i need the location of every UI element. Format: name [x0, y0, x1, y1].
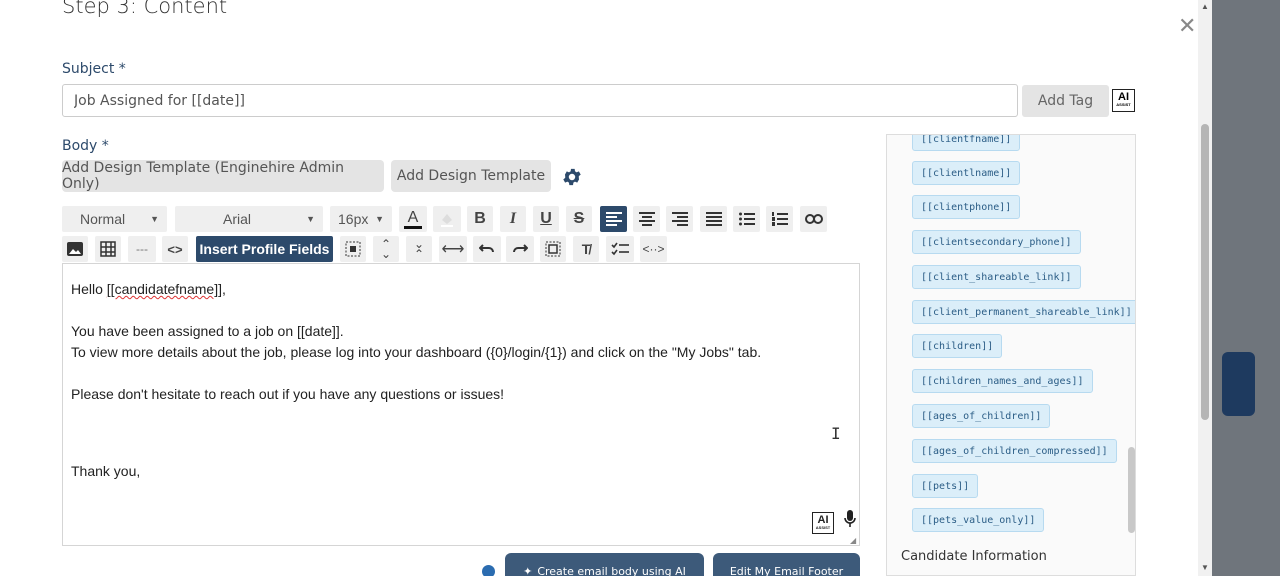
add-design-template-admin-button[interactable]: Add Design Template (Enginehire Admin On… — [62, 160, 384, 192]
close-icon[interactable]: ✕ — [1178, 13, 1196, 39]
candidate-information-heading: Candidate Information — [901, 549, 1047, 564]
checklist-icon[interactable] — [606, 236, 634, 262]
tag-item[interactable]: [[clientphone]] — [912, 195, 1021, 219]
size-select[interactable]: 16px ▼ — [330, 206, 392, 232]
code-icon[interactable]: <> — [162, 236, 188, 262]
tag-item[interactable]: [[ages_of_children]] — [912, 404, 1051, 428]
fullscreen-icon[interactable] — [540, 236, 566, 262]
expand-vertical-icon[interactable]: ⌄ ⌃ — [406, 236, 432, 262]
tags-panel: [[clientfname]] [[clientlname]] [[client… — [886, 134, 1136, 576]
text-color-icon[interactable]: A — [399, 206, 427, 232]
italic-icon[interactable]: I — [500, 206, 526, 232]
tag-item[interactable]: [[ages_of_children_compressed]] — [912, 439, 1117, 463]
ai-assist-icon[interactable]: AI ASSIST — [1112, 89, 1135, 112]
ai-assist-icon[interactable]: AI ASSIST — [812, 512, 834, 534]
font-select[interactable]: Arial ▼ — [175, 206, 323, 232]
undo-icon[interactable] — [473, 236, 501, 262]
add-tag-button[interactable]: Add Tag — [1022, 85, 1109, 117]
tag-item[interactable]: [[client_shareable_link]] — [912, 265, 1081, 289]
horizontal-rule-button[interactable]: --- — [128, 236, 156, 262]
scroll-up-icon[interactable]: ▲ — [1200, 2, 1210, 11]
tag-item[interactable]: [[client_permanent_shareable_link]] — [912, 300, 1135, 324]
tags-panel-scrollbar[interactable] — [1128, 135, 1135, 575]
microphone-icon[interactable] — [843, 509, 857, 532]
resize-handle-icon[interactable]: ◢ — [850, 536, 856, 545]
align-justify-icon[interactable] — [700, 206, 727, 232]
editor-greeting: Hello [[candidatefname]], — [71, 281, 226, 297]
edit-footer-button[interactable]: Edit My Email Footer — [713, 553, 860, 576]
link-icon[interactable] — [800, 206, 827, 232]
content-modal: Step 3: Content ✕ Subject * Add Tag AI A… — [0, 0, 1212, 576]
editor-line-2: To view more details about the job, plea… — [71, 344, 762, 360]
body-label: Body * — [62, 138, 109, 154]
gear-icon[interactable] — [561, 166, 583, 188]
modal-backdrop — [1212, 0, 1280, 576]
image-icon[interactable] — [62, 236, 88, 262]
greeting-prefix: Hello — [71, 281, 107, 297]
collapse-vertical-icon[interactable]: ⌃ ⌄ — [373, 236, 399, 262]
tag-item[interactable]: [[clientsecondary_phone]] — [912, 230, 1081, 254]
chevron-down-icon: ▼ — [375, 214, 384, 224]
highlight-color-icon[interactable] — [433, 206, 461, 232]
ai-badge-subtext: ASSIST — [815, 525, 831, 530]
ai-badge-subtext: ASSIST — [1116, 102, 1131, 107]
align-center-icon[interactable] — [633, 206, 660, 232]
email-body-editor[interactable]: Hello [[candidatefname]], You have been … — [62, 263, 860, 546]
strikethrough-icon[interactable]: S — [566, 206, 592, 232]
create-email-ai-label: Create email body using AI — [537, 565, 686, 576]
insert-profile-fields-button[interactable]: Insert Profile Fields — [196, 236, 333, 262]
editor-line-3: Please don't hesitate to reach out if yo… — [71, 386, 505, 402]
select-all-icon[interactable] — [340, 236, 366, 262]
create-email-ai-button[interactable]: ✦ Create email body using AI — [505, 553, 704, 576]
step-title: Step 3: Content — [62, 0, 228, 18]
subject-input[interactable] — [62, 84, 1018, 117]
scroll-thumb[interactable] — [1201, 124, 1209, 420]
tag-item[interactable]: [[pets_value_only]] — [912, 508, 1045, 532]
source-code-icon[interactable]: <··> — [640, 236, 667, 262]
tag-item[interactable]: [[children_names_and_ages]] — [912, 369, 1093, 393]
tag-item[interactable]: [[pets]] — [912, 474, 979, 498]
greeting-suffix: , — [221, 281, 226, 297]
expand-horizontal-icon[interactable]: ⟷ — [439, 236, 467, 262]
bold-icon[interactable]: B — [467, 206, 493, 232]
underline-icon[interactable]: U — [533, 206, 559, 232]
sparkle-icon: ✦ — [523, 565, 533, 576]
editor-line-1: You have been assigned to a job on [[dat… — [71, 323, 344, 339]
tag-item[interactable]: [[children]] — [912, 334, 1003, 358]
chevron-down-icon: ▼ — [306, 214, 315, 224]
add-design-template-button[interactable]: Add Design Template — [391, 160, 551, 192]
text-cursor-icon: I — [831, 424, 841, 443]
font-select-value: Arial — [223, 211, 252, 227]
numbered-list-icon[interactable] — [766, 206, 793, 232]
editor-closing: Thank you, — [71, 463, 141, 479]
bullet-list-icon[interactable] — [733, 206, 760, 232]
tags-panel-scroll-thumb[interactable] — [1128, 447, 1135, 533]
modal-scrollbar[interactable]: ▲ ▼ — [1198, 0, 1212, 576]
greeting-tag: [[candidatefname]] — [106, 281, 222, 297]
tag-item[interactable]: [[clientfname]] — [912, 135, 1021, 151]
format-select-value: Normal — [80, 211, 126, 227]
align-right-icon[interactable] — [666, 206, 693, 232]
chevron-down-icon: ▼ — [150, 214, 159, 224]
redo-icon[interactable] — [506, 236, 534, 262]
subject-label: Subject * — [62, 61, 126, 77]
info-icon — [482, 565, 495, 576]
backdrop-button — [1222, 352, 1255, 416]
tag-item[interactable]: [[clientlname]] — [912, 161, 1021, 185]
format-select[interactable]: Normal ▼ — [62, 206, 167, 232]
scroll-down-icon[interactable]: ▼ — [1200, 563, 1210, 572]
align-left-icon[interactable] — [600, 206, 627, 232]
table-icon[interactable] — [95, 236, 121, 262]
size-select-value: 16px — [338, 211, 369, 227]
clear-formatting-icon[interactable]: T̸ — [573, 236, 599, 262]
